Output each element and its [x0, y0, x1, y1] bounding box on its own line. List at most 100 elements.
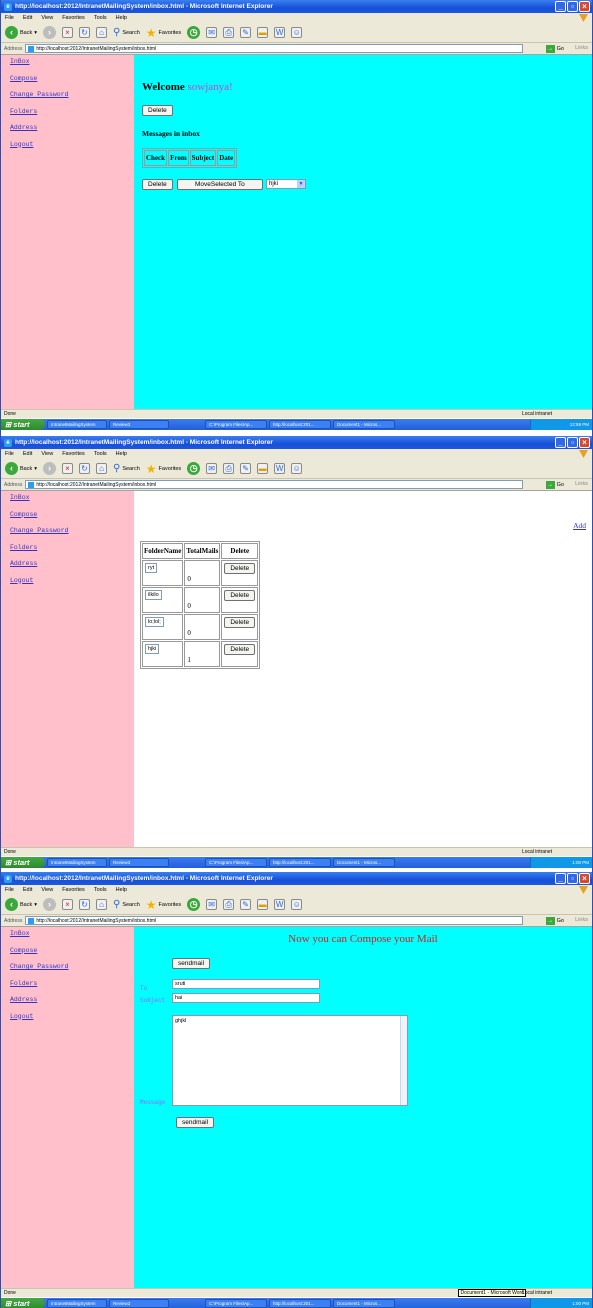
home-button[interactable]: ⌂	[96, 463, 107, 474]
task-button[interactable]: C:\Program Files\Ap...	[205, 858, 267, 867]
scrollbar[interactable]	[400, 1016, 407, 1105]
favorites-button[interactable]: ★ Favorites	[146, 898, 181, 912]
menu-edit[interactable]: Edit	[23, 451, 32, 457]
forward-button[interactable]: ›	[43, 462, 56, 475]
print-button[interactable]: ⎙	[223, 899, 235, 910]
links-button[interactable]: Links	[575, 917, 588, 923]
subject-field[interactable]: hai	[172, 993, 320, 1003]
nav-compose[interactable]: Compose	[10, 947, 134, 954]
mail-button[interactable]: ✉	[206, 463, 218, 474]
sendmail-button-top[interactable]: sendmail	[172, 958, 211, 969]
menu-edit[interactable]: Edit	[23, 887, 32, 893]
back-button[interactable]: ‹ Back ▾	[5, 26, 37, 39]
nav-change-password[interactable]: Change Password	[10, 527, 134, 534]
go-button[interactable]: → Go	[545, 45, 564, 53]
menu-tools[interactable]: Tools	[94, 15, 107, 21]
menu-edit[interactable]: Edit	[23, 15, 32, 21]
close-button[interactable]: ×	[579, 873, 590, 884]
go-button[interactable]: → Go	[545, 481, 564, 489]
task-button[interactable]: Review3	[109, 858, 169, 867]
nav-folders[interactable]: Folders	[10, 544, 134, 551]
search-button[interactable]: ⚲ Search	[113, 899, 140, 910]
delete-folder-button[interactable]: Delete	[224, 617, 256, 628]
start-button[interactable]: ⊞ start	[1, 1298, 45, 1308]
forward-button[interactable]: ›	[43, 898, 56, 911]
menu-file[interactable]: File	[5, 887, 14, 893]
nav-inbox[interactable]: InBox	[10, 494, 134, 501]
messenger-button[interactable]: ☺	[291, 27, 303, 38]
folder-select[interactable]: hjki ▼	[266, 179, 306, 189]
messenger-button[interactable]: ☺	[291, 463, 303, 474]
go-button[interactable]: → Go	[545, 917, 564, 925]
nav-compose[interactable]: Compose	[10, 511, 134, 518]
home-button[interactable]: ⌂	[96, 899, 107, 910]
delete-button[interactable]: Delete	[142, 105, 173, 116]
minimize-button[interactable]: _	[555, 437, 566, 448]
search-button[interactable]: ⚲ Search	[113, 463, 140, 474]
history-button[interactable]: ◷	[187, 26, 201, 39]
folder-name-field[interactable]: ryt	[145, 563, 158, 573]
folder-button[interactable]: ▬	[257, 27, 269, 38]
menu-view[interactable]: View	[41, 15, 53, 21]
to-field[interactable]: sruti	[172, 979, 320, 989]
menu-help[interactable]: Help	[116, 451, 127, 457]
refresh-button[interactable]: ↻	[79, 899, 90, 910]
task-button[interactable]: http://localhost:201...	[269, 1299, 331, 1308]
refresh-button[interactable]: ↻	[79, 463, 90, 474]
delete-folder-button[interactable]: Delete	[224, 590, 256, 601]
menu-help[interactable]: Help	[116, 15, 127, 21]
address-input[interactable]: http://localhost:2012/IntranetMailingSys…	[25, 44, 524, 53]
task-button[interactable]: C:\Program Files\Ap...	[205, 1299, 267, 1308]
maximize-button[interactable]: ▫	[567, 873, 578, 884]
minimize-button[interactable]: _	[555, 873, 566, 884]
word-button[interactable]: W	[274, 899, 286, 910]
move-selected-button[interactable]: MoveSelected To	[177, 179, 263, 190]
nav-change-password[interactable]: Change Password	[10, 91, 134, 98]
menu-file[interactable]: File	[5, 451, 14, 457]
folder-name-field[interactable]: ilkilo	[145, 590, 162, 600]
folder-button[interactable]: ▬	[257, 899, 269, 910]
mail-button[interactable]: ✉	[206, 899, 218, 910]
favorites-button[interactable]: ★ Favorites	[146, 26, 181, 40]
task-button[interactable]: Document1 - Micros...	[333, 1299, 395, 1308]
start-button[interactable]: ⊞ start	[1, 419, 45, 430]
task-button[interactable]: Document1 - Micros...	[333, 858, 395, 867]
stop-button[interactable]: ×	[62, 463, 73, 474]
menu-favorites[interactable]: Favorites	[62, 451, 85, 457]
nav-logout[interactable]: Logout	[10, 1013, 134, 1020]
task-button[interactable]: IntranetMailingSystem	[47, 858, 107, 867]
delete-folder-button[interactable]: Delete	[224, 563, 256, 574]
address-input[interactable]: http://localhost:2012/IntranetMailingSys…	[25, 480, 524, 489]
menu-favorites[interactable]: Favorites	[62, 887, 85, 893]
task-button[interactable]: http://localhost:201...	[269, 420, 331, 429]
folder-name-field[interactable]: lo;lol;	[145, 617, 164, 627]
delete-folder-button[interactable]: Delete	[224, 644, 256, 655]
nav-folders[interactable]: Folders	[10, 108, 134, 115]
nav-change-password[interactable]: Change Password	[10, 963, 134, 970]
print-button[interactable]: ⎙	[223, 463, 235, 474]
messenger-button[interactable]: ☺	[291, 899, 303, 910]
stop-button[interactable]: ×	[62, 899, 73, 910]
task-button[interactable]: Document1 - Micros...	[333, 420, 395, 429]
address-input[interactable]: http://localhost:2012/IntranetMailingSys…	[25, 916, 524, 925]
nav-address[interactable]: Address	[10, 996, 134, 1003]
nav-folders[interactable]: Folders	[10, 980, 134, 987]
mail-button[interactable]: ✉	[206, 27, 218, 38]
task-button[interactable]: IntranetMailingSystem	[47, 420, 107, 429]
menu-view[interactable]: View	[41, 451, 53, 457]
menu-favorites[interactable]: Favorites	[62, 15, 85, 21]
word-button[interactable]: W	[274, 463, 286, 474]
search-button[interactable]: ⚲ Search	[113, 27, 140, 38]
delete-selected-button[interactable]: Delete	[142, 179, 173, 190]
links-button[interactable]: Links	[575, 481, 588, 487]
start-button[interactable]: ⊞ start	[1, 857, 45, 868]
edit-button[interactable]: ✎	[240, 899, 252, 910]
forward-button[interactable]: ›	[43, 26, 56, 39]
nav-address[interactable]: Address	[10, 560, 134, 567]
stop-button[interactable]: ×	[62, 27, 73, 38]
message-textarea[interactable]: ghjkl	[172, 1015, 408, 1106]
close-button[interactable]: ×	[579, 1, 590, 12]
print-button[interactable]: ⎙	[223, 27, 235, 38]
history-button[interactable]: ◷	[187, 898, 201, 911]
edit-button[interactable]: ✎	[240, 463, 252, 474]
